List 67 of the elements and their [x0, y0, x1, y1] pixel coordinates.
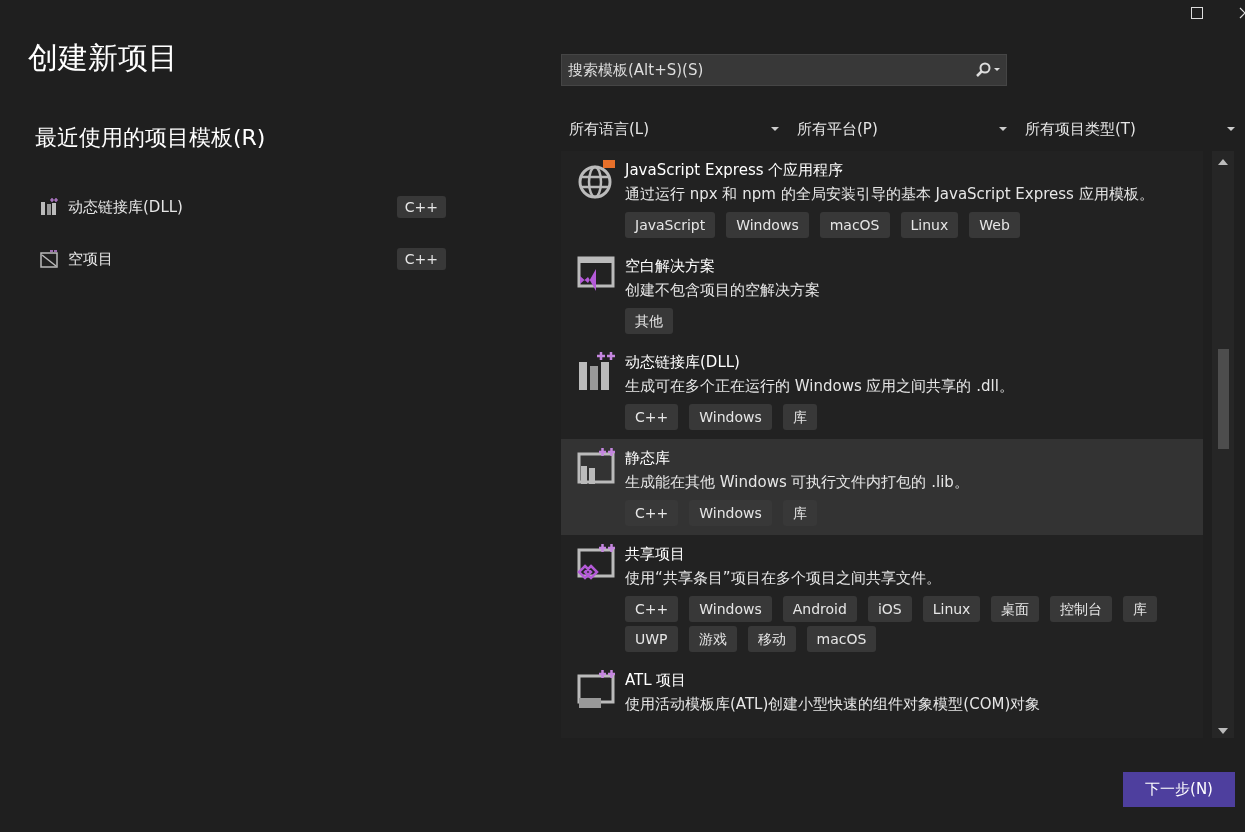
filter-dropdown[interactable]: 所有项目类型(T): [1017, 116, 1245, 142]
globe-icon: [577, 160, 617, 200]
template-tag: 桌面: [991, 596, 1040, 622]
template-tag: Windows: [689, 404, 772, 430]
template-tag: Windows: [689, 596, 772, 622]
template-item[interactable]: JavaScript Express 个应用程序 通过运行 npx 和 npm 的全局安装引导的基本 JavaScript Express 应用模板。 JavaScript Windows macOS Linux Web: [561, 151, 1203, 247]
template-description: 使用“共享条目”项目在多个项目之间共享文件。: [625, 568, 942, 588]
window-title: 创建新项目: [28, 39, 179, 77]
template-tag: Android: [782, 596, 857, 622]
scroll-up-icon[interactable]: [1218, 159, 1228, 165]
library-icon: [577, 352, 617, 392]
template-description: 生成可在多个正在运行的 Windows 应用之间共享的 .dll。: [625, 376, 1015, 396]
template-tag: Linux: [900, 212, 959, 238]
template-tag: C++: [625, 500, 679, 526]
template-title: 静态库: [625, 448, 671, 468]
recent-template-item[interactable]: 动态链接库(DLL) C++: [40, 181, 446, 233]
library-icon: [40, 198, 58, 216]
template-tag: 库: [1123, 596, 1158, 622]
search-field[interactable]: 搜索模板(Alt+S)(S): [561, 54, 1007, 86]
template-description: 生成能在其他 Windows 可执行文件内打包的 .lib。: [625, 472, 970, 492]
maximize-icon[interactable]: [1191, 7, 1203, 19]
template-tag: 游戏: [688, 626, 737, 652]
template-tag: Windows: [689, 500, 772, 526]
filter-dropdown[interactable]: 所有语言(L): [561, 116, 789, 142]
dropdown-caret-icon: [999, 127, 1007, 131]
template-tag: Windows: [726, 212, 809, 238]
template-tag: 库: [782, 500, 817, 526]
template-title: 空白解决方案: [625, 256, 716, 276]
template-item[interactable]: 共享项目 使用“共享条目”项目在多个项目之间共享文件。 C++ Windows Android iOS Linux 桌面 控制台 库 UWP 游戏 移动 macOS: [561, 535, 1203, 661]
template-tag: Web: [969, 212, 1020, 238]
template-item[interactable]: 静态库 生成能在其他 Windows 可执行文件内打包的 .lib。 C++ Windows 库: [561, 439, 1203, 535]
template-tag: UWP: [625, 626, 678, 652]
template-item[interactable]: 动态链接库(DLL) 生成可在多个正在运行的 Windows 应用之间共享的 .dll。 C++ Windows 库: [561, 343, 1203, 439]
template-tag: JavaScript: [625, 212, 716, 238]
template-description: 使用活动模板库(ATL)创建小型快速的组件对象模型(COM)对象: [625, 694, 1042, 714]
dropdown-caret-icon: [771, 127, 779, 131]
template-title: JavaScript Express 个应用程序: [625, 160, 845, 180]
atl-project-icon: [577, 670, 617, 710]
dropdown-caret-icon: [1227, 127, 1235, 131]
filter-dropdown[interactable]: 所有平台(P): [789, 116, 1017, 142]
recent-heading: 最近使用的项目模板(R): [35, 124, 267, 152]
language-tag: C++: [396, 196, 446, 218]
empty-project-icon: [40, 250, 58, 268]
template-tag: macOS: [806, 626, 877, 652]
language-tag: C++: [396, 248, 446, 270]
template-title: 共享项目: [625, 544, 686, 564]
template-tag: C++: [625, 596, 679, 622]
template-tag: iOS: [867, 596, 912, 622]
template-description: 通过运行 npx 和 npm 的全局安装引导的基本 JavaScript Express 应用模板。: [625, 184, 1155, 204]
template-description: 创建不包含项目的空解决方案: [625, 280, 821, 300]
scrollbar-thumb[interactable]: [1217, 349, 1229, 449]
template-tag: 移动: [747, 626, 796, 652]
template-tag: 库: [782, 404, 817, 430]
search-icon[interactable]: [975, 62, 1001, 78]
template-title: ATL 项目: [625, 670, 688, 690]
next-button[interactable]: 下一步(N): [1123, 772, 1235, 807]
template-tag: Linux: [922, 596, 981, 622]
template-tag: 其他: [625, 308, 673, 334]
recent-template-item[interactable]: 空项目 C++: [40, 233, 446, 285]
template-title: 动态链接库(DLL): [625, 352, 741, 372]
scroll-down-icon[interactable]: [1218, 728, 1228, 734]
template-item[interactable]: ATL 项目 使用活动模板库(ATL)创建小型快速的组件对象模型(COM)对象: [561, 661, 1203, 723]
template-tag: macOS: [819, 212, 890, 238]
scrollbar[interactable]: [1212, 151, 1234, 738]
template-item[interactable]: 空白解决方案 创建不包含项目的空解决方案 其他: [561, 247, 1203, 343]
template-tag: C++: [625, 404, 679, 430]
template-tag: 控制台: [1050, 596, 1113, 622]
